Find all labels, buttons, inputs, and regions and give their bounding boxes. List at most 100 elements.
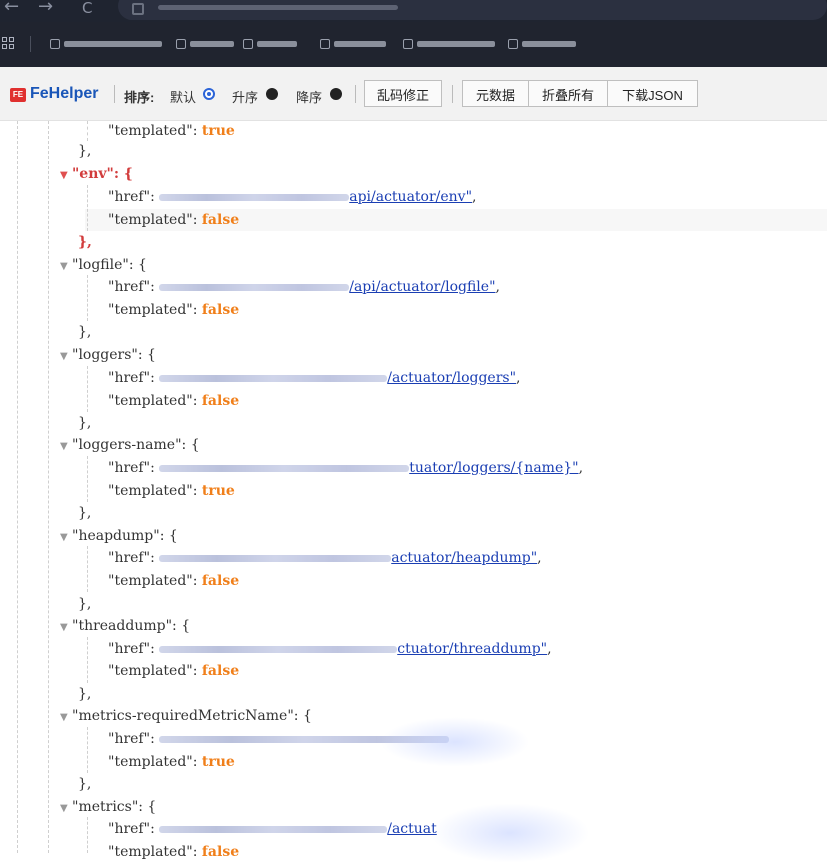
bookmarks-divider — [30, 36, 31, 52]
json-node-metrics-requiredmetricname[interactable]: ▼ "metrics-requiredMetricName": { — [60, 706, 312, 726]
json-line: }, — [78, 234, 92, 250]
json-node-threaddump[interactable]: ▼ "threaddump": { — [60, 616, 190, 636]
json-key: "templated" — [108, 573, 193, 589]
json-node-logfile[interactable]: ▼ "logfile": { — [60, 255, 147, 275]
json-line: "templated": false — [108, 302, 240, 318]
json-node-metrics[interactable]: ▼ "metrics": { — [60, 797, 156, 817]
json-key: "metrics-requiredMetricName" — [72, 708, 294, 724]
blurred-host — [159, 464, 410, 472]
toolbar-divider — [114, 85, 115, 103]
collapse-toggle-icon[interactable]: ▼ — [60, 799, 72, 819]
json-key: "templated" — [108, 483, 193, 499]
json-value-bool: true — [201, 483, 235, 499]
sort-desc-label[interactable]: 降序 — [296, 87, 322, 106]
fehelper-toolbar: FE FeHelper 排序: 默认 升序 降序 乱码修正 元数据 折叠所有 下… — [0, 67, 827, 121]
json-key: "templated" — [108, 754, 193, 770]
json-value-bool: false — [201, 212, 240, 228]
json-key: "href" — [108, 731, 151, 747]
json-node-env[interactable]: ▼ "env": { — [60, 164, 133, 184]
collapse-toggle-icon[interactable]: ▼ — [60, 257, 72, 277]
address-bar[interactable] — [118, 0, 827, 20]
json-value-bool: false — [201, 663, 240, 679]
toolbar-divider — [355, 85, 356, 103]
collapse-toggle-icon[interactable]: ▼ — [60, 166, 72, 186]
sort-asc-label[interactable]: 升序 — [232, 87, 258, 106]
json-line: "href": /actuator/loggers", — [108, 370, 521, 386]
json-value-link[interactable]: /actuat — [387, 821, 437, 837]
indent-guide — [87, 727, 88, 773]
collapse-toggle-icon[interactable]: ▼ — [60, 437, 72, 457]
json-key: "href" — [108, 279, 151, 295]
indent-guide — [87, 546, 88, 592]
indent-guide — [87, 275, 88, 321]
json-value-bool: true — [201, 123, 235, 139]
json-key: "href" — [108, 460, 151, 476]
json-value-link[interactable]: ctuator/threaddump" — [397, 641, 547, 657]
indent-guide — [87, 121, 88, 141]
json-line: "templated": true — [108, 483, 235, 499]
json-line: "templated": false — [108, 663, 240, 679]
json-node-loggers[interactable]: ▼ "loggers": { — [60, 345, 156, 365]
collapse-toggle-icon[interactable]: ▼ — [60, 708, 72, 728]
json-key: "templated" — [108, 212, 193, 228]
blurred-host — [159, 735, 450, 743]
app-name[interactable]: FeHelper — [30, 85, 98, 103]
sort-desc-radio[interactable] — [330, 88, 342, 100]
fix-encoding-button[interactable]: 乱码修正 — [364, 80, 442, 107]
json-line: }, — [78, 143, 92, 159]
json-value-link[interactable]: tuator/loggers/{name}" — [409, 460, 578, 476]
json-key: "href" — [108, 189, 151, 205]
collapse-all-button[interactable]: 折叠所有 — [528, 80, 608, 107]
collapse-toggle-icon[interactable]: ▼ — [60, 347, 72, 367]
apps-icon[interactable] — [2, 37, 14, 49]
json-value-link[interactable]: actuator/heapdump" — [391, 550, 537, 566]
json-key: "templated" — [108, 393, 193, 409]
json-key: "href" — [108, 370, 151, 386]
fehelper-logo-icon: FE — [10, 88, 26, 102]
indent-guide — [17, 121, 18, 853]
json-key: "logfile" — [72, 257, 129, 273]
json-line: "href": tuator/loggers/{name}", — [108, 460, 584, 476]
json-line: "href": — [108, 729, 450, 749]
bookmark-favicon-icon — [176, 39, 186, 49]
bookmark-favicon-icon — [243, 39, 253, 49]
sort-asc-radio[interactable] — [266, 88, 278, 100]
sort-label: 排序: — [124, 90, 155, 105]
collapse-toggle-icon[interactable]: ▼ — [60, 618, 72, 638]
json-key: "href" — [108, 550, 151, 566]
bookmark-favicon-icon — [508, 39, 518, 49]
json-line: }, — [78, 505, 92, 521]
url-text-blurred — [158, 5, 398, 10]
json-line: "templated": false — [108, 393, 240, 409]
json-value-bool: false — [201, 844, 240, 860]
json-key: "threaddump" — [72, 618, 173, 634]
json-line: "templated": true — [108, 754, 235, 770]
bookmark-favicon-icon — [50, 39, 60, 49]
json-line: "templated": false — [108, 573, 240, 589]
json-value-link[interactable]: api/actuator/env" — [349, 189, 472, 205]
json-key: "env" — [72, 166, 114, 182]
browser-top-bar: ← → C — [0, 0, 827, 22]
toolbar-divider — [452, 85, 453, 103]
json-line: "href": ctuator/threaddump", — [108, 641, 552, 657]
json-value-link[interactable]: /actuator/loggers" — [387, 370, 516, 386]
json-node-loggers-name[interactable]: ▼ "loggers-name": { — [60, 435, 200, 455]
json-line: }, — [78, 686, 92, 702]
sort-default-label[interactable]: 默认 — [170, 87, 196, 106]
metadata-button[interactable]: 元数据 — [462, 80, 529, 107]
json-value-link[interactable]: /api/actuator/logfile" — [349, 279, 495, 295]
indent-guide — [48, 121, 49, 853]
back-icon[interactable]: ← — [4, 0, 19, 17]
json-line: "href": actuator/heapdump", — [108, 550, 542, 566]
download-json-button[interactable]: 下载JSON — [607, 80, 698, 107]
reload-icon[interactable]: C — [82, 0, 92, 18]
forward-icon[interactable]: → — [38, 0, 53, 17]
collapse-toggle-icon[interactable]: ▼ — [60, 528, 72, 548]
site-info-icon[interactable] — [132, 3, 144, 15]
json-line: "href": api/actuator/env", — [108, 189, 477, 205]
blurred-host — [159, 554, 392, 562]
sort-default-radio[interactable] — [203, 88, 215, 100]
json-key: "metrics" — [72, 799, 139, 815]
json-line: }, — [78, 415, 92, 431]
json-node-heapdump[interactable]: ▼ "heapdump": { — [60, 526, 178, 546]
